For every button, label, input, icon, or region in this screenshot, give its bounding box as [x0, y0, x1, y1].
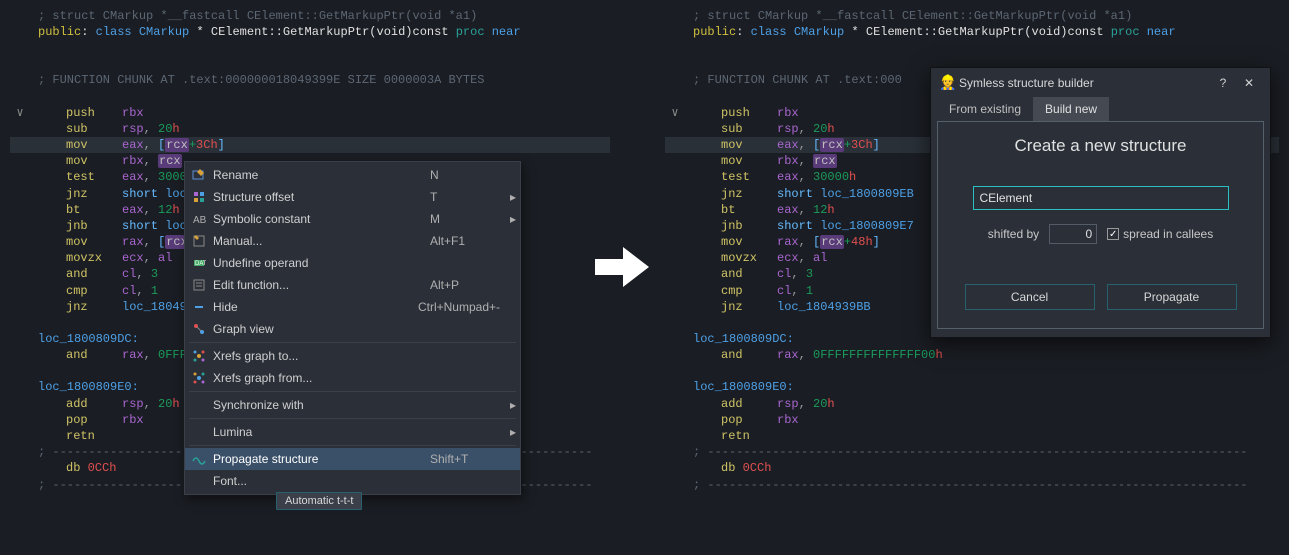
menu-label: Graph view [213, 322, 420, 336]
code-line: addrsp, 20h [665, 396, 1279, 412]
code-line: public: class CMarkup * CElement::GetMar… [665, 24, 1279, 40]
code-line: ; --------------------------------------… [665, 444, 1279, 460]
menu-item-manual[interactable]: Manual... Alt+F1 [185, 230, 520, 252]
code-line: andrax, 0FFFFFFFFFFFFFF00h [665, 347, 1279, 363]
dialog-tabs: From existing Build new [931, 97, 1270, 121]
spread-label: spread in callees [1123, 227, 1213, 241]
menu-label: Rename [213, 168, 420, 182]
structure-name-input[interactable] [973, 186, 1229, 210]
transition-arrow-icon [595, 245, 649, 289]
menu-shortcut: Alt+F1 [420, 234, 500, 248]
menu-label: Hide [213, 300, 408, 314]
menu-item-font[interactable]: Font... [185, 470, 520, 492]
menu-item-symbolic-constant[interactable]: AB Symbolic constant M ▸ [185, 208, 520, 230]
menu-item-propagate-structure[interactable]: Propagate structure Shift+T [185, 448, 520, 470]
xrefs-from-icon [189, 370, 209, 386]
dialog-heading: Create a new structure [938, 136, 1263, 156]
svg-text:AB: AB [193, 215, 206, 226]
submenu-arrow-icon: ▸ [500, 425, 512, 439]
help-button[interactable]: ? [1210, 76, 1236, 90]
submenu-arrow-icon: ▸ [500, 212, 512, 226]
code-label: loc_1800809E0: [665, 379, 1279, 395]
menu-item-xrefs-from[interactable]: Xrefs graph from... [185, 367, 520, 389]
propagate-icon [189, 451, 209, 467]
code-line: ; struct CMarkup *__fastcall CElement::G… [665, 8, 1279, 24]
dialog-body: Create a new structure shifted by ✓ spre… [937, 121, 1264, 329]
code-line: db 0CCh [665, 460, 1279, 476]
code-line: ; --------------------------------------… [665, 477, 1279, 493]
menu-label: Undefine operand [213, 256, 420, 270]
menu-label: Xrefs graph from... [213, 371, 420, 385]
close-button[interactable]: ✕ [1236, 76, 1262, 90]
spread-checkbox[interactable]: ✓ [1107, 228, 1119, 240]
menu-item-hide[interactable]: Hide Ctrl+Numpad+- [185, 296, 520, 318]
menu-item-rename[interactable]: Rename N [185, 164, 520, 186]
menu-label: Structure offset [213, 190, 420, 204]
code-line: ; struct CMarkup *__fastcall CElement::G… [10, 8, 610, 24]
shifted-by-label: shifted by [988, 227, 1039, 241]
code-line: retn [665, 428, 1279, 444]
shifted-by-input[interactable] [1049, 224, 1097, 244]
edit-function-icon [189, 277, 209, 293]
struct-icon [189, 189, 209, 205]
menu-shortcut: Ctrl+Numpad+- [408, 300, 500, 314]
dialog-title-text: Symless structure builder [957, 76, 1210, 90]
menu-item-edit-function[interactable]: Edit function... Alt+P [185, 274, 520, 296]
submenu-arrow-icon: ▸ [500, 190, 512, 204]
menu-shortcut: N [420, 168, 500, 182]
tooltip: Automatic t-t-t [276, 492, 362, 510]
menu-label: Propagate structure [213, 452, 420, 466]
code-line-selected: moveax, [rcx+3Ch] [10, 137, 610, 153]
menu-label: Font... [213, 474, 420, 488]
menu-label: Symbolic constant [213, 212, 420, 226]
symbolic-icon: AB [189, 211, 209, 227]
svg-text:DATA: DATA [195, 261, 206, 267]
menu-item-graph-view[interactable]: Graph view [185, 318, 520, 340]
menu-item-lumina[interactable]: Lumina ▸ [185, 421, 520, 443]
menu-item-xrefs-to[interactable]: Xrefs graph to... [185, 345, 520, 367]
structure-builder-dialog: 👷 Symless structure builder ? ✕ From exi… [930, 67, 1271, 338]
propagate-button[interactable]: Propagate [1107, 284, 1237, 310]
menu-label: Xrefs graph to... [213, 349, 420, 363]
dialog-titlebar[interactable]: 👷 Symless structure builder ? ✕ [931, 68, 1270, 97]
cancel-button[interactable]: Cancel [965, 284, 1095, 310]
menu-item-structure-offset[interactable]: Structure offset T ▸ [185, 186, 520, 208]
menu-shortcut: Shift+T [420, 452, 500, 466]
hide-icon [189, 299, 209, 315]
menu-label: Edit function... [213, 278, 420, 292]
xrefs-to-icon [189, 348, 209, 364]
menu-shortcut: M [420, 212, 500, 226]
undefine-icon: DATA [189, 255, 209, 271]
code-line: subrsp, 20h [10, 121, 610, 137]
menu-item-undefine-operand[interactable]: DATA Undefine operand [185, 252, 520, 274]
menu-item-synchronize[interactable]: Synchronize with ▸ [185, 394, 520, 416]
menu-label: Manual... [213, 234, 420, 248]
menu-label: Lumina [213, 425, 420, 439]
code-line: ; FUNCTION CHUNK AT .text:00000001804939… [10, 72, 610, 88]
rename-icon [189, 167, 209, 183]
tab-from-existing[interactable]: From existing [937, 97, 1033, 121]
app-icon: 👷 [939, 74, 957, 91]
tab-build-new[interactable]: Build new [1033, 97, 1109, 121]
graph-icon [189, 321, 209, 337]
code-line: ∨ pushrbx [10, 105, 610, 121]
menu-label: Synchronize with [213, 398, 420, 412]
context-menu[interactable]: Rename N Structure offset T ▸ AB Symboli… [184, 161, 521, 495]
submenu-arrow-icon: ▸ [500, 398, 512, 412]
manual-icon [189, 233, 209, 249]
code-line: public: class CMarkup * CElement::GetMar… [10, 24, 610, 40]
menu-shortcut: T [420, 190, 500, 204]
menu-shortcut: Alt+P [420, 278, 500, 292]
code-line: poprbx [665, 412, 1279, 428]
